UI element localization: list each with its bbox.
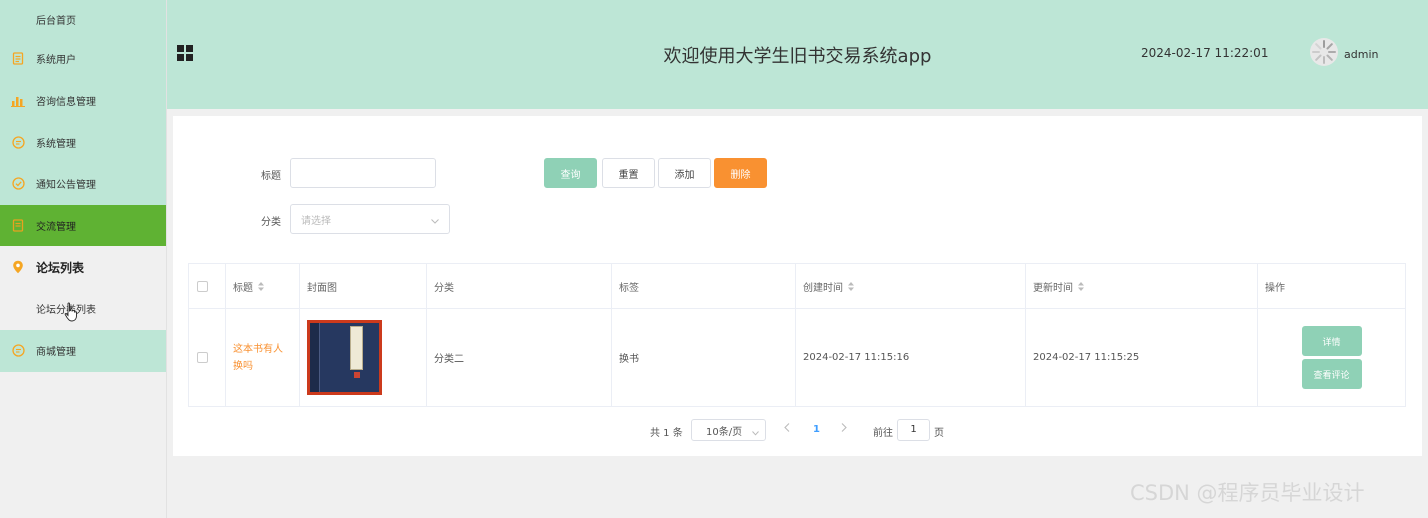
header-username[interactable]: admin bbox=[1344, 48, 1378, 61]
add-button[interactable]: 添加 bbox=[658, 158, 711, 188]
sidebar-item-label: 商城管理 bbox=[36, 347, 76, 359]
cover-image[interactable] bbox=[307, 320, 382, 395]
watermark: CSDN @程序员毕业设计 bbox=[1130, 481, 1365, 505]
page-size-value: 10条/页 bbox=[706, 426, 743, 438]
top-header: 欢迎使用大学生旧书交易系统app 2024-02-17 11:22:01 adm… bbox=[167, 0, 1428, 109]
sidebar-item-notice[interactable]: 通知公告管理 bbox=[0, 163, 166, 205]
sidebar-item-home[interactable]: 后台首页 bbox=[0, 0, 166, 38]
category-select[interactable]: 请选择 bbox=[290, 204, 450, 234]
column-header-created[interactable]: 创建时间 bbox=[796, 264, 1026, 308]
row-created-cell: 2024-02-17 11:15:16 bbox=[796, 309, 1026, 406]
sidebar-menu: 后台首页 系统用户 咨询信息管理 系统管理 通知公告管理 交流管理 论坛列表 论… bbox=[0, 0, 166, 372]
column-header-label: 标签 bbox=[619, 282, 639, 294]
mouse-cursor-icon bbox=[64, 302, 78, 322]
sidebar-item-label: 通知公告管理 bbox=[36, 180, 96, 192]
chevron-down-icon bbox=[431, 216, 439, 227]
search-button[interactable]: 查询 bbox=[544, 158, 597, 188]
sidebar-item-label: 系统管理 bbox=[36, 138, 76, 150]
sidebar-item-label: 论坛列表 bbox=[36, 260, 85, 275]
sidebar-item-consult[interactable]: 咨询信息管理 bbox=[0, 80, 166, 122]
row-checkbox[interactable] bbox=[197, 352, 208, 363]
avatar[interactable] bbox=[1310, 38, 1338, 66]
page-suffix-label: 页 bbox=[934, 428, 944, 439]
goto-label: 前往 bbox=[873, 428, 893, 439]
sidebar-item-system-users[interactable]: 系统用户 bbox=[0, 38, 166, 80]
reset-button[interactable]: 重置 bbox=[602, 158, 655, 188]
sidebar-item-label: 咨询信息管理 bbox=[36, 97, 96, 109]
table-header-row: 标题 封面图 分类 标签 创建时间 更新时间 操作 bbox=[189, 264, 1405, 309]
current-page[interactable]: 1 bbox=[813, 424, 820, 435]
column-header-label: 操作 bbox=[1265, 282, 1285, 294]
sidebar-item-label: 系统用户 bbox=[36, 55, 76, 67]
delete-button[interactable]: 删除 bbox=[714, 158, 767, 188]
column-header-category: 分类 bbox=[427, 264, 612, 308]
sidebar-item-exchange[interactable]: 交流管理 bbox=[0, 204, 166, 247]
sidebar-item-label: 交流管理 bbox=[36, 222, 76, 234]
table-row: 这本书有人换吗 分类二 换书 2024-02-17 11:15:16 2024-… bbox=[189, 309, 1405, 406]
row-actions-cell: 详情 查看评论 bbox=[1258, 309, 1405, 406]
column-header-label: 标题 bbox=[233, 282, 253, 294]
document-icon bbox=[10, 51, 26, 67]
row-category-cell: 分类二 bbox=[427, 309, 612, 406]
sort-icon[interactable] bbox=[258, 281, 264, 291]
sidebar-item-shop[interactable]: 商城管理 bbox=[0, 330, 166, 372]
row-cover-cell bbox=[300, 309, 427, 406]
row-updated-cell: 2024-02-17 11:15:25 bbox=[1026, 309, 1258, 406]
pagination-total: 共 1 条 bbox=[650, 428, 683, 439]
row-title-cell: 这本书有人换吗 bbox=[226, 309, 300, 406]
chat-icon bbox=[10, 343, 26, 359]
sort-icon[interactable] bbox=[848, 281, 854, 291]
forum-table: 标题 封面图 分类 标签 创建时间 更新时间 操作 这本书有人换吗 分类二 换书… bbox=[188, 263, 1406, 407]
sort-icon[interactable] bbox=[1078, 281, 1084, 291]
sidebar-item-system-manage[interactable]: 系统管理 bbox=[0, 121, 166, 163]
title-filter-label: 标题 bbox=[261, 171, 281, 182]
goto-page-input[interactable]: 1 bbox=[897, 419, 930, 441]
sidebar: 后台首页 系统用户 咨询信息管理 系统管理 通知公告管理 交流管理 论坛列表 论… bbox=[0, 0, 167, 518]
pagination: 共 1 条 10条/页 1 前往 1 页 bbox=[173, 419, 1422, 441]
location-pin-icon bbox=[10, 259, 26, 275]
row-tag-cell: 换书 bbox=[612, 309, 796, 406]
category-select-placeholder: 请选择 bbox=[301, 215, 331, 227]
header-datetime: 2024-02-17 11:22:01 bbox=[1141, 46, 1269, 60]
category-filter-label: 分类 bbox=[261, 217, 281, 228]
select-all-checkbox[interactable] bbox=[197, 280, 208, 292]
view-comments-button[interactable]: 查看评论 bbox=[1301, 359, 1362, 389]
detail-button[interactable]: 详情 bbox=[1301, 326, 1362, 356]
next-page-icon[interactable] bbox=[841, 423, 847, 435]
column-header-label: 更新时间 bbox=[1033, 282, 1073, 294]
page-size-select[interactable]: 10条/页 bbox=[691, 419, 766, 441]
sidebar-item-forum-list[interactable]: 论坛列表 bbox=[0, 246, 166, 289]
content-panel: 标题 分类 请选择 查询 重置 添加 删除 标题 封面图 分类 标签 创建时间 … bbox=[173, 116, 1422, 456]
check-circle-icon bbox=[10, 176, 26, 192]
sidebar-item-label: 后台首页 bbox=[36, 15, 76, 27]
column-header-label: 创建时间 bbox=[803, 282, 843, 294]
sidebar-item-forum-category[interactable]: 论坛分类列表 bbox=[0, 288, 166, 330]
column-header-label: 封面图 bbox=[307, 282, 337, 294]
column-header-cover: 封面图 bbox=[300, 264, 427, 308]
header-select-all[interactable] bbox=[189, 264, 226, 308]
column-header-updated[interactable]: 更新时间 bbox=[1026, 264, 1258, 308]
prev-page-icon[interactable] bbox=[784, 423, 790, 435]
bar-chart-icon bbox=[10, 93, 26, 109]
column-header-label: 分类 bbox=[434, 282, 454, 294]
document-icon bbox=[10, 218, 26, 234]
column-header-title[interactable]: 标题 bbox=[226, 264, 300, 308]
chevron-down-icon bbox=[752, 428, 759, 439]
title-filter-input[interactable] bbox=[290, 158, 436, 188]
row-title-link[interactable]: 这本书有人换吗 bbox=[233, 341, 291, 375]
chat-icon bbox=[10, 134, 26, 150]
column-header-actions: 操作 bbox=[1258, 264, 1405, 308]
row-select-cell[interactable] bbox=[189, 309, 226, 406]
column-header-tag: 标签 bbox=[612, 264, 796, 308]
